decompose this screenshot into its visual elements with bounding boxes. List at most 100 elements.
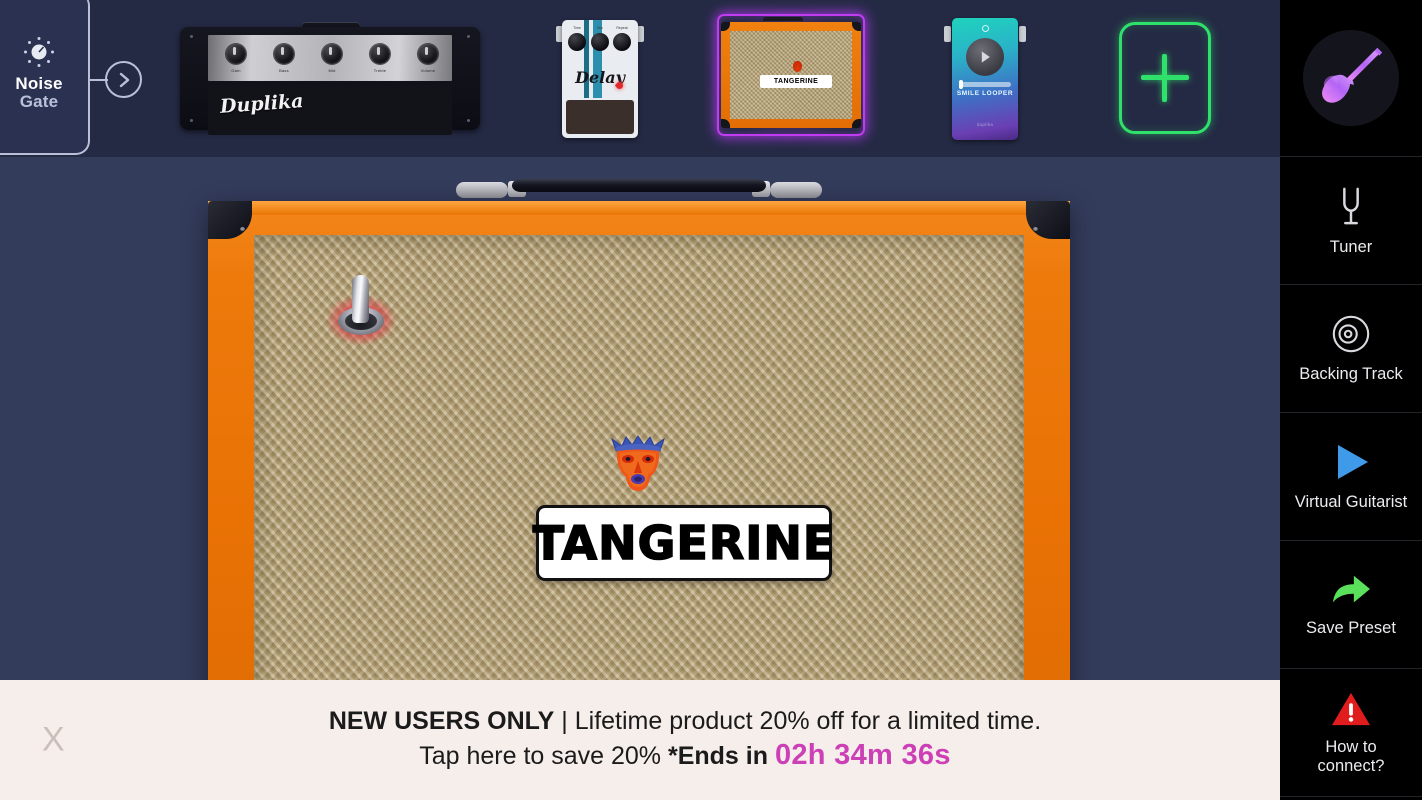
looper-pedal-brand: duplika <box>976 122 994 127</box>
delay-pedal-body: Time Mix Repeat Delay <box>562 20 638 138</box>
promo-subline: Tap here to save 20% *Ends in 02h 34m 36… <box>419 737 951 774</box>
amp-knob[interactable] <box>322 44 342 64</box>
promo-headline: NEW USERS ONLY | Lifetime product 20% of… <box>329 705 1041 737</box>
panel-screw <box>190 119 193 122</box>
amp-knob-label: Treble <box>373 68 387 73</box>
sidebar-item-label: Save Preset <box>1306 619 1396 638</box>
noise-gate-knob-icon <box>21 34 57 70</box>
sidebar-item-virtual-guitarist[interactable]: Virtual Guitarist <box>1280 413 1422 541</box>
sidebar-item-backing-track[interactable]: Backing Track <box>1280 285 1422 413</box>
pedal-knob[interactable] <box>613 33 631 51</box>
promo-countdown-timer: 02h 34m 36s <box>774 739 951 772</box>
cabinet-thumb-corner <box>721 22 730 31</box>
promo-ends-in-label: *Ends in <box>667 742 775 771</box>
chain-slot-amp-head[interactable]: Gain Bass Mid Treble Volume Duplika <box>180 0 480 157</box>
looper-footswitch-dial[interactable] <box>966 38 1004 76</box>
share-arrow-icon <box>1329 571 1373 609</box>
amp-head-body: Gain Bass Mid Treble Volume Duplika <box>180 27 480 135</box>
noise-gate-label-line1: Noise <box>15 73 63 93</box>
amp-knob[interactable] <box>226 44 246 64</box>
sidebar-item-label: How to connect? <box>1317 738 1385 775</box>
amp-cabinet-body: TANGERINE <box>208 201 1070 725</box>
chain-slot-tangerine-cabinet[interactable]: TANGERINE <box>705 0 877 157</box>
cabinet-corner-top-right <box>1026 201 1070 239</box>
cabinet-corner-top-left <box>208 201 252 239</box>
speaker-grill-cloth: TANGERINE <box>254 235 1024 705</box>
chain-slot-add-effect[interactable] <box>1100 0 1230 157</box>
looper-progress-bar[interactable] <box>959 80 1011 89</box>
cabinet-thumb-handle <box>763 17 803 21</box>
pedal-jack-left <box>944 26 951 42</box>
cabinet-thumb-body: TANGERINE <box>721 22 861 128</box>
sidebar-item-label: Backing Track <box>1299 365 1403 384</box>
sidebar-item-label: Virtual Guitarist <box>1294 493 1408 512</box>
pedal-footswitch[interactable] <box>566 100 634 134</box>
pedal-knob[interactable] <box>568 33 586 51</box>
sidebar-item-tuner[interactable]: Tuner <box>1280 157 1422 285</box>
tangerine-emblem-small <box>793 61 802 72</box>
pedal-jack-right <box>1019 26 1026 42</box>
chain-slot-looper-pedal[interactable]: SMILE LOOPER duplika <box>930 0 1040 157</box>
add-effect-button[interactable] <box>1119 22 1211 134</box>
plus-icon <box>1141 54 1189 102</box>
vinyl-disc-icon <box>1330 313 1372 355</box>
amp-knob[interactable] <box>370 44 390 64</box>
cabinet-thumb-badge: TANGERINE <box>760 75 832 88</box>
power-switch-lever <box>352 275 369 323</box>
panel-screw <box>467 35 470 38</box>
app-root: TANGERINE Noise Gate Gain Bass Mid Trebl… <box>0 0 1422 800</box>
signal-chain-bar: Noise Gate Gain Bass Mid Treble Volume D… <box>0 0 1280 157</box>
corner-screw <box>240 227 245 232</box>
sidebar-item-save-preset[interactable]: Save Preset <box>1280 541 1422 669</box>
looper-pedal-body: SMILE LOOPER duplika <box>952 18 1018 140</box>
corner-screw <box>1033 227 1038 232</box>
amp-knob[interactable] <box>418 44 438 64</box>
amp-knob-label: Bass <box>279 68 289 73</box>
noise-gate-labels: Noise Gate <box>15 73 63 112</box>
pedal-knob-label: Repeat <box>616 26 628 30</box>
amp-head-control-panel: Gain Bass Mid Treble Volume <box>208 35 452 81</box>
amp-carry-handle <box>512 179 766 192</box>
amp-name-text: TANGERINE <box>532 515 836 571</box>
chevron-right-circle-icon[interactable] <box>105 61 142 98</box>
amp-handle-assembly <box>456 179 822 201</box>
promo-cta-text: Tap here to save 20% <box>419 742 668 771</box>
promo-headline-rest: Lifetime product 20% off for a limited t… <box>574 707 1042 736</box>
amp-knob[interactable] <box>274 44 294 64</box>
power-toggle-switch[interactable] <box>326 273 396 345</box>
guitar-logo[interactable] <box>1280 0 1422 157</box>
amp-vent-right <box>770 182 822 198</box>
main-stage: TANGERINE Noise Gate Gain Bass Mid Trebl… <box>0 0 1280 800</box>
promo-banner[interactable]: X NEW USERS ONLY | Lifetime product 20% … <box>0 680 1280 800</box>
play-triangle-icon <box>1329 441 1373 483</box>
tuning-fork-icon <box>1332 184 1370 228</box>
tangerine-amp-cabinet[interactable]: TANGERINE <box>208 165 1070 725</box>
right-sidebar: Tuner Backing Track Virtual Guitarist Sa… <box>1280 0 1422 800</box>
amp-vent-left <box>456 182 508 198</box>
noise-gate-label-line2: Gate <box>19 92 59 111</box>
sidebar-item-label: Tuner <box>1329 238 1373 257</box>
close-icon[interactable]: X <box>32 717 75 764</box>
pedal-led-indicator <box>616 82 623 89</box>
amp-knob-label: Mid <box>328 68 336 73</box>
warning-triangle-icon <box>1330 690 1372 728</box>
looper-pedal-label: SMILE LOOPER <box>956 90 1014 97</box>
cabinet-thumb-corner <box>852 22 861 31</box>
noise-gate-module[interactable]: Noise Gate <box>0 0 90 155</box>
panel-screw <box>467 119 470 122</box>
delay-pedal-label: Delay <box>575 68 625 87</box>
panel-screw <box>190 35 193 38</box>
cabinet-top-edge <box>208 201 1070 215</box>
promo-headline-separator: | <box>554 707 575 736</box>
pedal-knob[interactable] <box>591 33 609 51</box>
amp-name-badge: TANGERINE <box>532 505 835 581</box>
electric-guitar-icon <box>1322 47 1383 103</box>
chain-slot-delay-pedal[interactable]: Time Mix Repeat Delay <box>540 0 660 157</box>
cabinet-thumb-grill: TANGERINE <box>730 31 852 119</box>
tangerine-crown-face-emblem <box>602 435 674 493</box>
amp-knob-label: Gain <box>231 68 241 73</box>
pedal-jack-right <box>637 26 644 42</box>
amp-knob-label: Volume <box>420 68 436 73</box>
play-triangle-icon <box>981 51 990 63</box>
sidebar-item-how-to-connect[interactable]: How to connect? <box>1280 669 1422 797</box>
